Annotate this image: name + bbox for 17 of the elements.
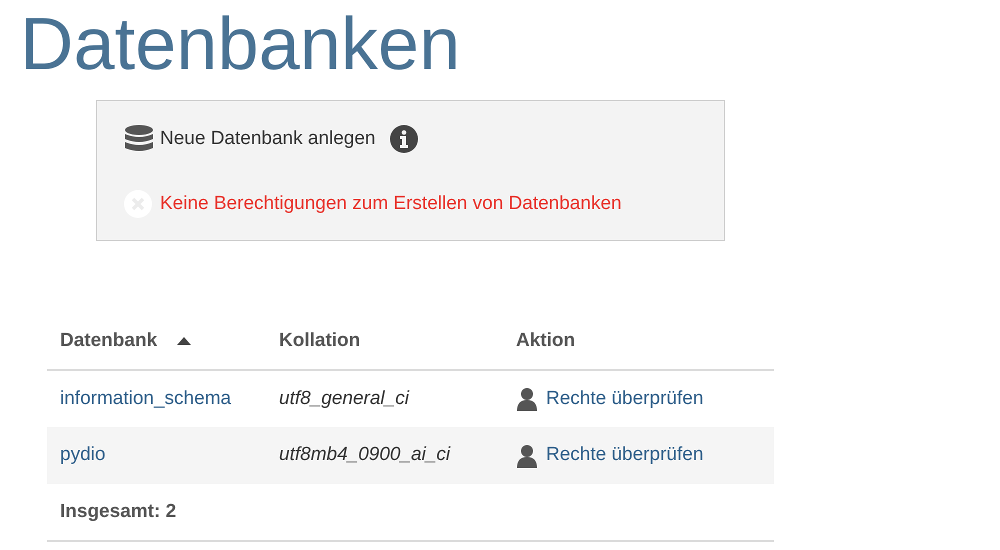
check-privileges-link[interactable]: Rechte überprüfen [546,384,704,414]
collation-cell: utf8_general_ci [279,388,409,409]
user-icon [516,387,538,411]
check-privileges-link[interactable]: Rechte überprüfen [546,441,704,470]
database-icon [124,125,154,153]
user-icon [516,444,538,468]
total-count: Insgesamt: 2 [60,500,176,522]
column-header[interactable]: Kollation [279,320,516,370]
column-header[interactable]: Datenbank [47,320,279,370]
database-link[interactable]: information_schema [60,388,232,409]
page-title: Datenbanken [20,1,460,87]
database-link[interactable]: pydio [60,444,106,466]
collation-cell: utf8mb4_0900_ai_ci [279,444,450,466]
create-database-label: Neue Datenbank anlegen [160,126,376,151]
error-message: Keine Berechtigungen zum Erstellen von Datenbanken [160,192,622,216]
column-header[interactable]: Aktion [516,320,774,370]
info-icon[interactable] [390,125,418,153]
